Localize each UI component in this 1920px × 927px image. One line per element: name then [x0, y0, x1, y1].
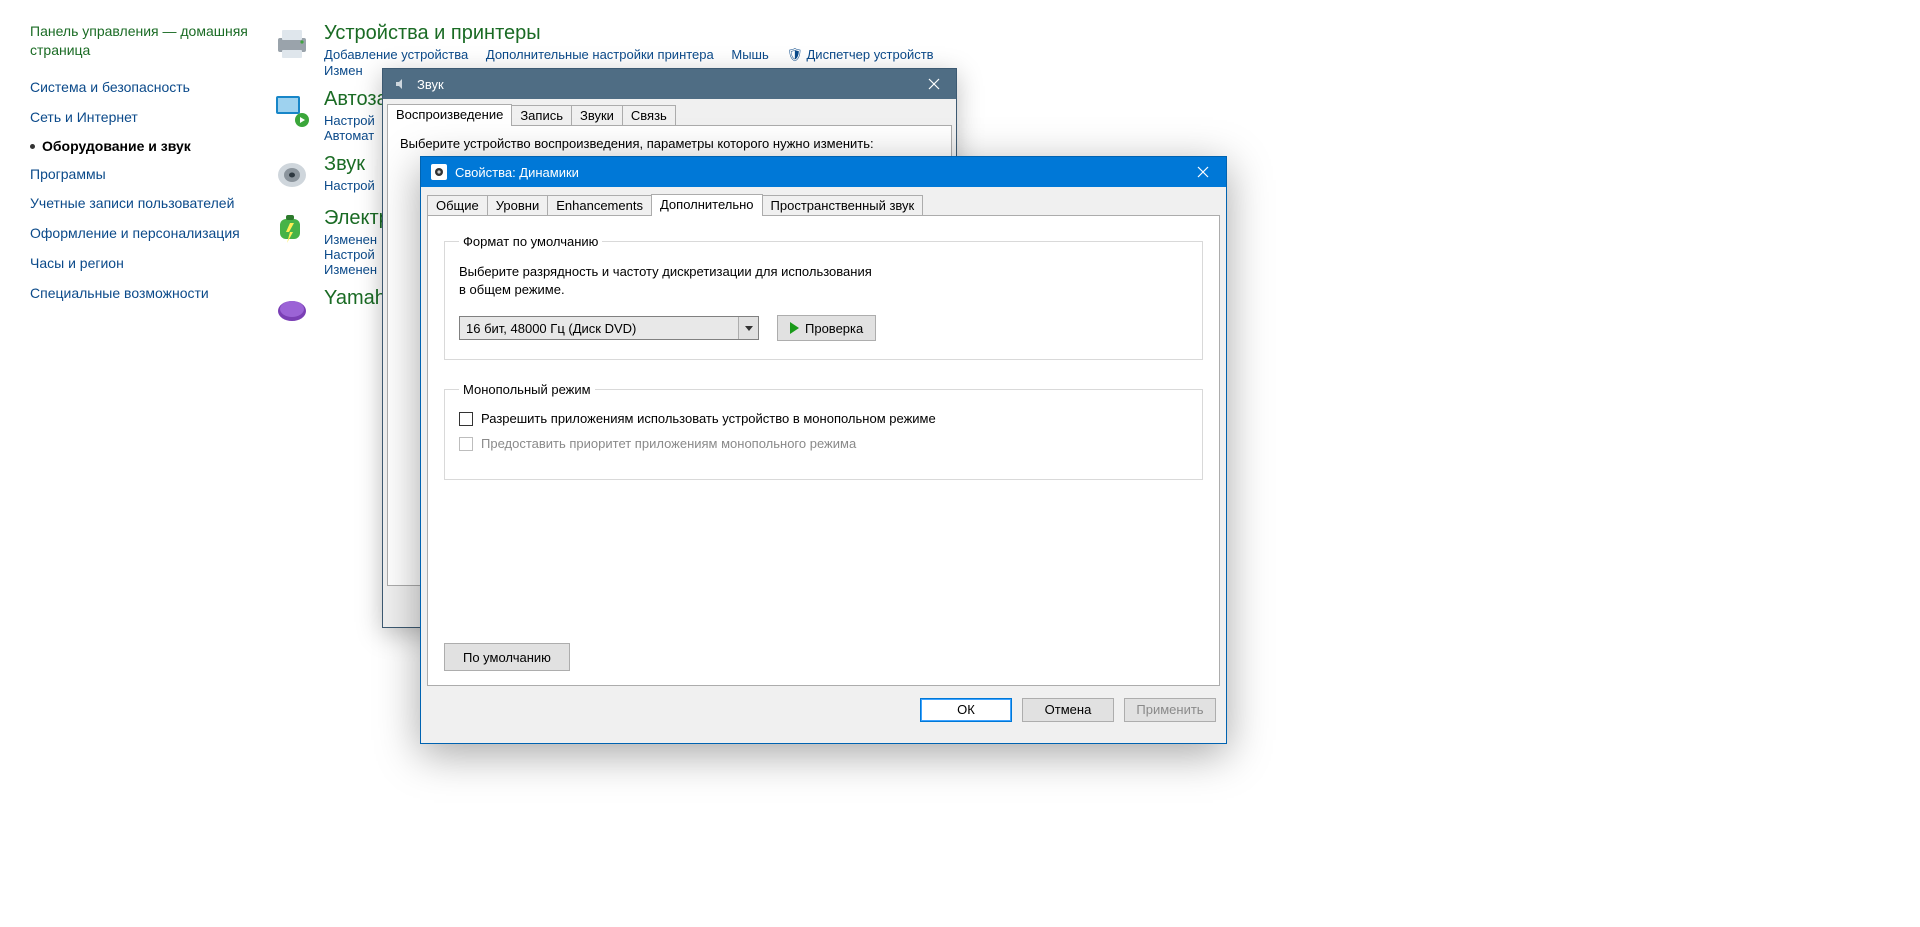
exclusive-priority-row: Предоставить приоритет приложениям моноп…: [459, 436, 1188, 451]
printer-icon: [270, 22, 314, 66]
link-device-manager[interactable]: 🛡 Диспетчер устройств: [786, 47, 947, 62]
sidebar-link-accessibility[interactable]: Специальные возможности: [30, 284, 255, 303]
default-format-desc: Выберите разрядность и частоту дискретиз…: [459, 263, 1188, 299]
sound-tab-playback[interactable]: Воспроизведение: [387, 104, 512, 126]
sound-tab-recording[interactable]: Запись: [511, 105, 572, 125]
link-autoplay-b[interactable]: Автомат: [324, 128, 374, 143]
active-bullet-icon: [30, 144, 35, 149]
exclusive-allow-checkbox[interactable]: [459, 412, 473, 426]
props-tab-general[interactable]: Общие: [427, 195, 488, 215]
props-tab-levels[interactable]: Уровни: [487, 195, 548, 215]
sidebar-link-accounts[interactable]: Учетные записи пользователей: [30, 194, 255, 213]
cat-devices-title[interactable]: Устройства и принтеры: [324, 22, 962, 45]
restore-defaults-button[interactable]: По умолчанию: [444, 643, 570, 671]
control-panel-sidebar: Панель управления — домашняя страница Си…: [30, 22, 255, 341]
cancel-button[interactable]: Отмена: [1022, 698, 1114, 722]
exclusive-allow-label: Разрешить приложениям использовать устро…: [481, 411, 936, 426]
speaker-properties-dialog: Свойства: Динамики Общие Уровни Enhancem…: [420, 156, 1227, 744]
props-tab-enhancements[interactable]: Enhancements: [547, 195, 652, 215]
exclusive-priority-checkbox: [459, 437, 473, 451]
yamaha-icon: [270, 287, 314, 331]
sound-close-button[interactable]: [912, 69, 956, 99]
sidebar-link-network[interactable]: Сеть и Интернет: [30, 108, 255, 127]
group-default-format-legend: Формат по умолчанию: [459, 234, 602, 249]
sidebar-link-system[interactable]: Система и безопасность: [30, 78, 255, 97]
link-autoplay-a[interactable]: Настрой: [324, 113, 375, 128]
props-tabs: Общие Уровни Enhancements Дополнительно …: [427, 193, 1220, 216]
sound-tab-comm[interactable]: Связь: [622, 105, 676, 125]
sidebar-link-programs[interactable]: Программы: [30, 165, 255, 184]
link-power-b[interactable]: Настрой: [324, 247, 375, 262]
cat-autoplay-title[interactable]: Автоза: [324, 88, 389, 111]
battery-icon: [270, 207, 314, 251]
autoplay-icon: [270, 88, 314, 132]
sound-tabs: Воспроизведение Запись Звуки Связь: [387, 103, 952, 126]
cat-power-title[interactable]: Электр: [324, 207, 391, 230]
cat-sound-title[interactable]: Звук: [324, 153, 389, 176]
props-titlebar[interactable]: Свойства: Динамики: [421, 157, 1226, 187]
sidebar-link-appearance[interactable]: Оформление и персонализация: [30, 224, 255, 243]
link-power-c[interactable]: Изменен: [324, 262, 377, 277]
format-combobox[interactable]: 16 бит, 48000 Гц (Диск DVD): [459, 316, 759, 340]
link-sound-a[interactable]: Настрой: [324, 178, 375, 193]
exclusive-allow-row: Разрешить приложениям использовать устро…: [459, 411, 1188, 426]
apply-button: Применить: [1124, 698, 1216, 722]
props-tab-spatial[interactable]: Пространственный звук: [762, 195, 924, 215]
props-tab-body: Формат по умолчанию Выберите разрядность…: [427, 216, 1220, 686]
sound-tab-sounds[interactable]: Звуки: [571, 105, 623, 125]
props-button-row: ОК Отмена Применить: [421, 686, 1226, 734]
link-power-a[interactable]: Изменен: [324, 232, 377, 247]
control-panel-home-link[interactable]: Панель управления — домашняя страница: [30, 22, 255, 60]
exclusive-priority-label: Предоставить приоритет приложениям моноп…: [481, 436, 856, 451]
sidebar-link-hardware-active[interactable]: Оборудование и звук: [30, 138, 255, 154]
props-dialog-title: Свойства: Динамики: [455, 165, 579, 180]
props-close-button[interactable]: [1180, 157, 1226, 187]
link-mouse[interactable]: Мышь: [731, 47, 768, 62]
sound-titlebar[interactable]: Звук: [383, 69, 956, 99]
link-printer-settings[interactable]: Дополнительные настройки принтера: [486, 47, 714, 62]
test-button[interactable]: Проверка: [777, 315, 876, 341]
props-tab-advanced[interactable]: Дополнительно: [651, 194, 763, 216]
format-combobox-dropdown-button[interactable]: [738, 317, 758, 339]
play-icon: [790, 322, 799, 334]
sound-instruction: Выберите устройство воспроизведения, пар…: [400, 136, 939, 151]
chevron-down-icon: [745, 326, 753, 331]
link-add-device[interactable]: Добавление устройства: [324, 47, 468, 62]
sound-dialog-title: Звук: [417, 77, 444, 92]
group-exclusive-mode: Монопольный режим Разрешить приложениям …: [444, 382, 1203, 480]
sound-dialog-icon: [393, 76, 409, 92]
speaker-icon: [270, 153, 314, 197]
cat-devices-links: Добавление устройства Дополнительные нас…: [324, 47, 962, 63]
props-dialog-icon: [431, 164, 447, 180]
group-default-format: Формат по умолчанию Выберите разрядность…: [444, 234, 1203, 360]
ok-button[interactable]: ОК: [920, 698, 1012, 722]
group-exclusive-legend: Монопольный режим: [459, 382, 595, 397]
cat-yamaha-title[interactable]: Yamah: [324, 287, 386, 310]
format-combobox-value: 16 бит, 48000 Гц (Диск DVD): [460, 317, 738, 339]
sidebar-link-clock[interactable]: Часы и регион: [30, 254, 255, 273]
